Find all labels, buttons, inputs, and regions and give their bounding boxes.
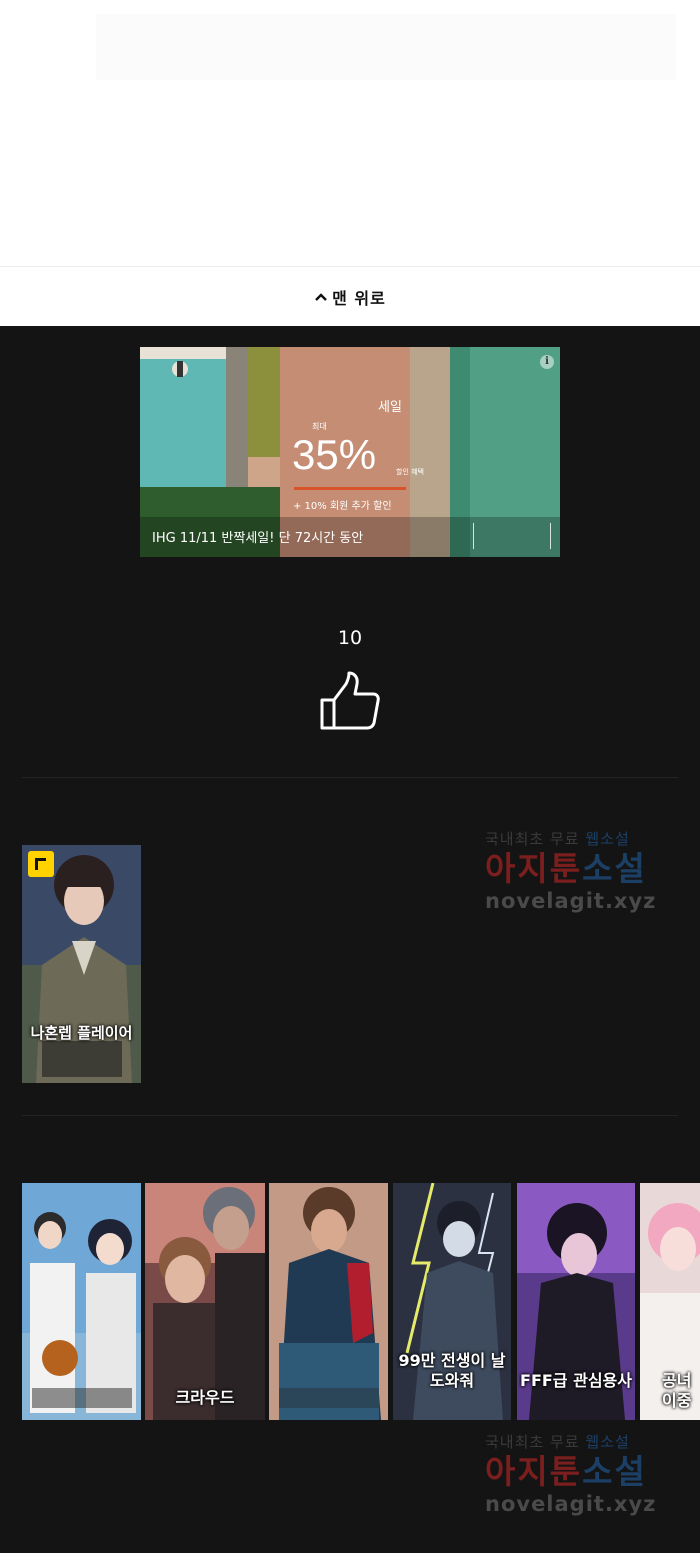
- recommendation-title: 크라우드: [175, 1388, 235, 1407]
- watermark-line2: 아지툰: [485, 1452, 583, 1491]
- watermark-url: novelagit.xyz: [485, 1492, 657, 1516]
- recommendation-cover: [269, 1183, 388, 1420]
- ad-sale-text: 세일: [378, 400, 402, 415]
- watermark-line1: 국내최초 무료: [485, 830, 586, 848]
- recommendation-title: 공녀 이중: [662, 1371, 692, 1410]
- ad-caption: IHG 11/11 반짝세일! 단 72시간 동안: [152, 531, 364, 546]
- like-count: 10: [337, 627, 363, 649]
- watermark-line2-accent: 소설: [582, 849, 647, 888]
- recommendation-card[interactable]: [269, 1183, 388, 1420]
- recommendation-card[interactable]: 99만 전생이 날 도와줘: [393, 1183, 511, 1420]
- watermark-line1-accent: 웹소설: [585, 1433, 630, 1451]
- back-to-top-button[interactable]: 맨 위로: [0, 266, 700, 326]
- watermark-line1-accent: 웹소설: [585, 830, 630, 848]
- ad-frame-decoration: [473, 523, 551, 549]
- ad-extra-discount: + 10% 회원 추가 할인: [293, 501, 392, 512]
- featured-webtoon-card[interactable]: 나혼렙 플레이어: [22, 845, 141, 1083]
- comment-placeholder-box: [96, 14, 676, 80]
- recommendation-card[interactable]: 크라우드: [145, 1183, 265, 1420]
- content-end-area: [0, 0, 700, 266]
- thumbs-up-icon[interactable]: [319, 670, 381, 732]
- platform-badge-icon: [28, 851, 54, 877]
- ad-discount-label: 할인 혜택: [396, 468, 424, 476]
- divider: [22, 1115, 678, 1116]
- watermark-url: novelagit.xyz: [485, 889, 657, 913]
- recommendation-cover: [22, 1183, 141, 1420]
- recommendation-cover: [145, 1183, 265, 1420]
- watermark-line2-accent: 소설: [582, 1452, 647, 1491]
- ad-banner[interactable]: i 세일 최대 35% 할인 혜택 + 10% 회원 추가 할인 IHG 11/…: [140, 347, 560, 557]
- watermark-line1: 국내최초 무료: [485, 1433, 586, 1451]
- recommendation-card[interactable]: FFF급 관심용사: [517, 1183, 635, 1420]
- featured-title: 나혼렙 플레이어: [30, 1024, 133, 1042]
- watermark-line2: 아지툰: [485, 849, 583, 888]
- ad-accent-bar: [294, 487, 406, 490]
- ad-discount-value: 35%: [292, 431, 377, 478]
- recommendation-title: FFF급 관심용사: [520, 1371, 632, 1390]
- back-to-top-label: 맨 위로: [332, 288, 386, 308]
- divider: [22, 777, 678, 778]
- chevron-up-icon: [315, 292, 327, 301]
- featured-cover-image: [22, 845, 141, 1083]
- recommendation-card[interactable]: [22, 1183, 141, 1420]
- ad-info-icon[interactable]: i: [540, 355, 554, 369]
- recommendation-card[interactable]: 공녀 이중: [640, 1183, 700, 1420]
- watermark-top: 국내최초 무료 웹소설 아지툰소설 novelagit.xyz: [485, 828, 675, 913]
- watermark-bottom: 국내최초 무료 웹소설 아지툰소설 novelagit.xyz: [485, 1431, 675, 1516]
- recommendation-title: 99만 전생이 날 도와줘: [398, 1351, 506, 1390]
